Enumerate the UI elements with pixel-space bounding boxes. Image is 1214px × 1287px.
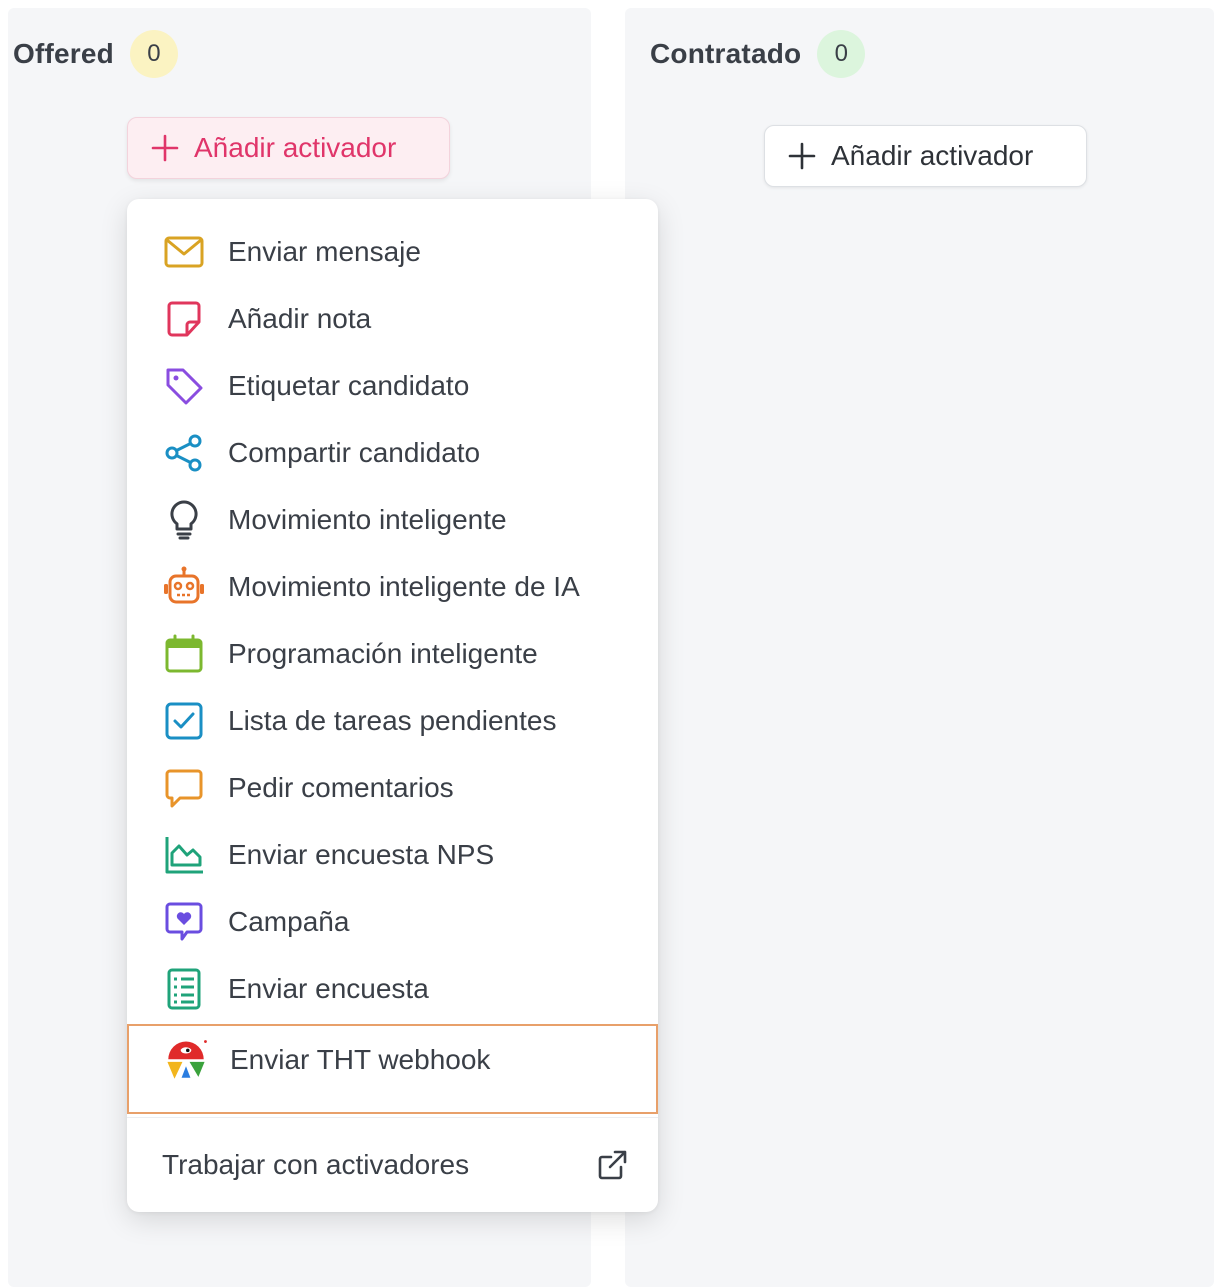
chart-icon	[161, 832, 207, 878]
menu-item-send-survey[interactable]: Enviar encuesta	[127, 955, 658, 1022]
column-header: Offered 0	[13, 30, 178, 78]
menu-item-label: Campaña	[228, 905, 350, 937]
count-badge: 0	[817, 30, 866, 78]
share-icon	[161, 430, 207, 476]
plus-icon	[151, 134, 179, 162]
divider	[127, 1117, 658, 1118]
column-title: Offered	[13, 38, 114, 69]
menu-item-ask-feedback[interactable]: Pedir comentarios	[127, 754, 658, 821]
menu-item-label: Enviar encuesta NPS	[228, 838, 495, 870]
heart-message-icon	[161, 899, 207, 945]
work-with-triggers-link[interactable]: Trabajar con activadores	[162, 1137, 630, 1193]
column-contratado: Contratado 0 Añadir activador	[625, 8, 1214, 1287]
external-link-icon	[598, 1150, 627, 1180]
menu-item-campaign[interactable]: Campaña	[127, 888, 658, 955]
envelope-icon	[161, 229, 207, 275]
survey-list-icon	[161, 966, 207, 1012]
count-badge: 0	[129, 30, 178, 78]
menu-item-tag-candidate[interactable]: Etiquetar candidato	[127, 352, 658, 419]
menu-item-smart-scheduling[interactable]: Programación inteligente	[127, 620, 658, 687]
menu-item-label: Movimiento inteligente de IA	[228, 570, 580, 602]
add-trigger-label: Añadir activador	[194, 132, 397, 163]
menu-item-todo-list[interactable]: Lista de tareas pendientes	[127, 687, 658, 754]
trigger-dropdown-menu: Enviar mensaje Añadir nota Etiquetar can…	[127, 199, 658, 1212]
menu-item-label: Movimiento inteligente	[228, 503, 507, 535]
tag-icon	[161, 363, 207, 409]
menu-item-label: Lista de tareas pendientes	[228, 704, 557, 736]
add-trigger-button-active[interactable]: Añadir activador	[127, 117, 450, 179]
menu-item-label: Añadir nota	[228, 302, 372, 334]
menu-item-label: Etiquetar candidato	[228, 369, 470, 401]
menu-item-label: Enviar mensaje	[228, 235, 421, 267]
menu-item-tht-webhook[interactable]: Enviar THT webhook	[127, 1024, 658, 1114]
checkbox-icon	[161, 698, 207, 744]
robot-icon	[161, 564, 207, 610]
menu-item-nps-survey[interactable]: Enviar encuesta NPS	[127, 821, 658, 888]
menu-item-label: Enviar THT webhook	[230, 1044, 491, 1075]
add-trigger-label: Añadir activador	[831, 140, 1034, 171]
menu-item-label: Enviar encuesta	[228, 972, 429, 1004]
comment-icon	[161, 765, 207, 811]
calendar-icon	[161, 631, 207, 677]
menu-item-smart-move[interactable]: Movimiento inteligente	[127, 486, 658, 553]
menu-item-label: Programación inteligente	[228, 637, 538, 669]
menu-item-send-message[interactable]: Enviar mensaje	[127, 218, 658, 285]
footer-link-label: Trabajar con activadores	[162, 1149, 470, 1180]
column-title: Contratado	[650, 38, 802, 69]
add-trigger-button[interactable]: Añadir activador	[764, 125, 1087, 187]
menu-item-label: Pedir comentarios	[228, 771, 454, 803]
menu-item-label: Compartir candidato	[228, 436, 481, 468]
menu-item-share-candidate[interactable]: Compartir candidato	[127, 419, 658, 486]
plus-icon	[788, 142, 816, 170]
tht-logo-icon	[163, 1038, 209, 1084]
menu-item-ai-smart-move[interactable]: Movimiento inteligente de IA	[127, 553, 658, 620]
note-icon	[161, 296, 207, 342]
menu-item-add-note[interactable]: Añadir nota	[127, 285, 658, 352]
lightbulb-icon	[161, 497, 207, 543]
column-header: Contratado 0	[650, 30, 866, 78]
